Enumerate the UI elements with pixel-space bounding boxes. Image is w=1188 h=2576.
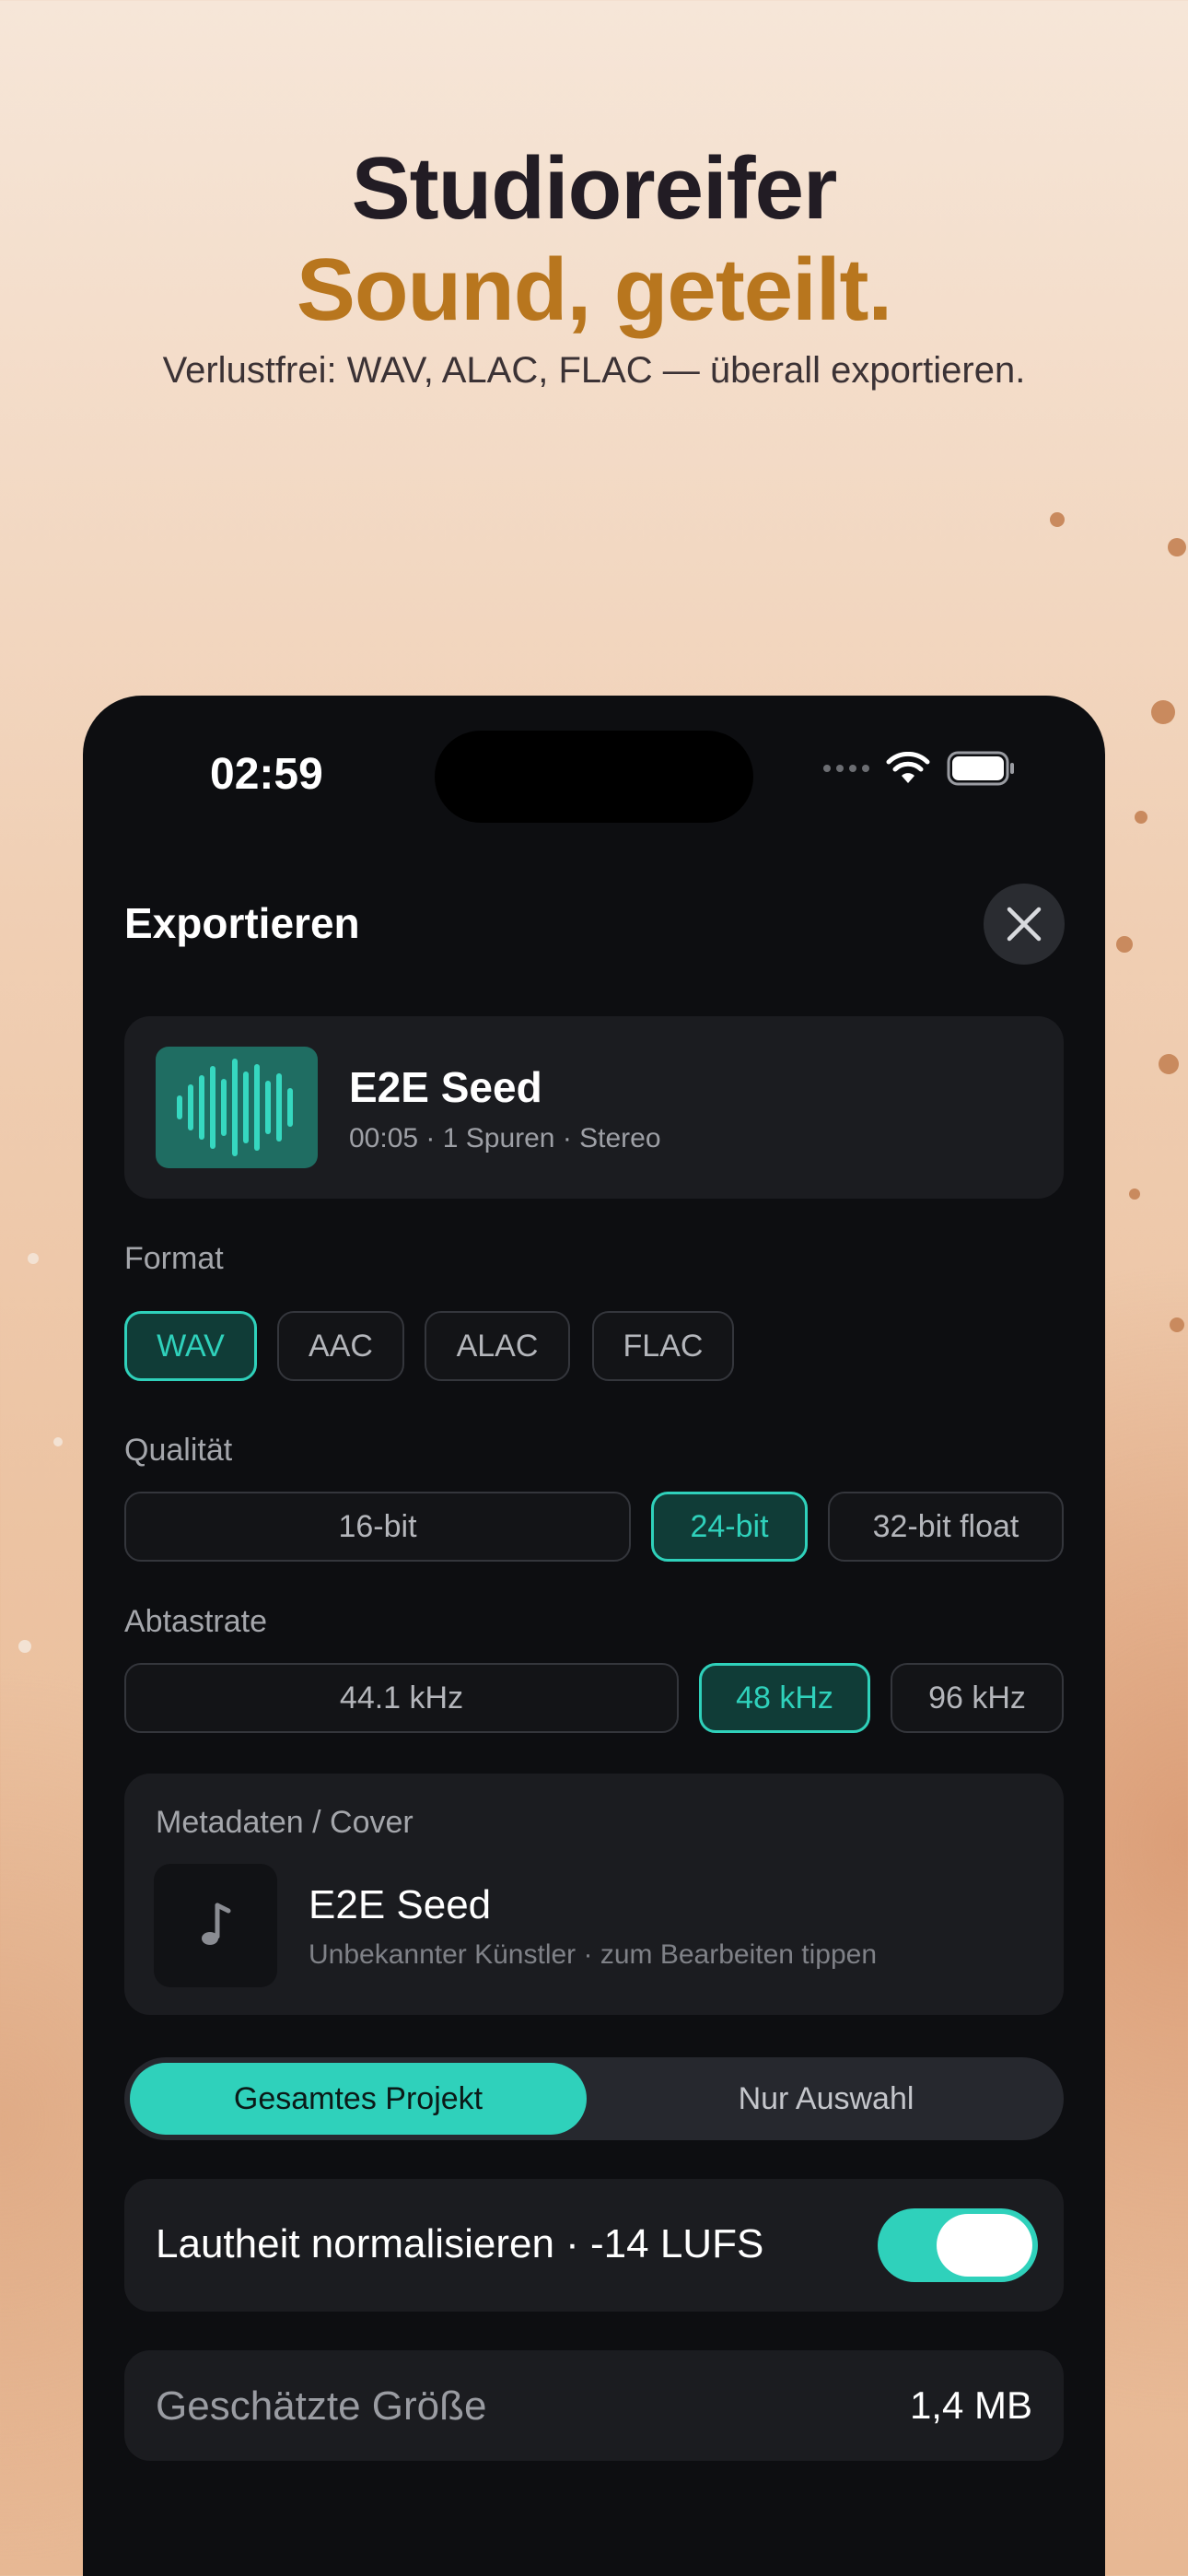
waveform-thumbnail — [156, 1047, 318, 1168]
metadata-title: E2E Seed — [309, 1882, 492, 1927]
quality-option-24bit[interactable]: 24-bit — [651, 1492, 808, 1562]
quality-label: Qualität — [124, 1433, 233, 1468]
headline-line-2: Sound, geteilt. — [296, 240, 892, 339]
battery-icon — [947, 751, 1014, 786]
sheet-title: Exportieren — [124, 899, 360, 947]
format-option-aac[interactable]: AAC — [277, 1311, 404, 1381]
headline-line-1: Studioreifer — [351, 139, 838, 238]
cover-art — [154, 1864, 277, 1987]
sample-rate-option-48k[interactable]: 48 kHz — [699, 1663, 870, 1733]
estimated-size-row: Geschätzte Größe 1,4 MB — [124, 2350, 1064, 2461]
decor-grain — [1151, 700, 1175, 724]
format-label: Format — [124, 1241, 224, 1276]
promo-subtitle: Verlustfrei: WAV, ALAC, FLAC — überall e… — [162, 350, 1026, 391]
toggle-knob — [937, 2214, 1032, 2277]
decor-grain — [1050, 512, 1065, 527]
decor-grain — [1168, 538, 1186, 556]
close-button[interactable] — [984, 884, 1065, 965]
format-option-alac[interactable]: ALAC — [425, 1311, 570, 1381]
normalize-toggle[interactable] — [878, 2208, 1038, 2282]
sample-rate-option-44k[interactable]: 44.1 kHz — [124, 1663, 679, 1733]
sample-rate-option-96k[interactable]: 96 kHz — [891, 1663, 1064, 1733]
signal-dots-icon — [823, 765, 869, 772]
export-scope-segmented-control: Gesamtes Projekt Nur Auswahl — [124, 2057, 1064, 2140]
sample-rate-label: Abtastrate — [124, 1604, 267, 1639]
project-meta: 00:05 · 1 Spuren · Stereo — [349, 1123, 661, 1153]
project-name: E2E Seed — [349, 1063, 542, 1111]
waveform-icon — [177, 1059, 293, 1156]
status-time: 02:59 — [210, 750, 323, 799]
music-note-icon — [202, 1903, 231, 1945]
estimated-size-value: 1,4 MB — [909, 2383, 1032, 2427]
close-icon — [1007, 907, 1042, 942]
dynamic-island — [435, 731, 753, 823]
decor-grain — [1116, 936, 1133, 953]
metadata-card[interactable]: Metadaten / Cover E2E Seed Unbekannter K… — [124, 1774, 1064, 2015]
decor-grain — [1135, 811, 1147, 824]
promo-headline: Studioreifer Sound, geteilt. Verlustfrei… — [0, 138, 1188, 396]
format-option-wav[interactable]: WAV — [124, 1311, 257, 1381]
project-card: E2E Seed 00:05 · 1 Spuren · Stereo — [124, 1016, 1064, 1199]
scope-option-whole-project[interactable]: Gesamtes Projekt — [130, 2063, 587, 2135]
decor-grain — [18, 1640, 31, 1653]
decor-grain — [1129, 1188, 1140, 1200]
phone-frame: 02:59 Exportieren E2E Seed 00:05 · 1 Spu… — [83, 696, 1105, 2576]
normalize-row: Lautheit normalisieren · -14 LUFS — [124, 2179, 1064, 2312]
decor-grain — [1159, 1054, 1179, 1074]
status-icons — [823, 751, 1017, 786]
normalize-label: Lautheit normalisieren · -14 LUFS — [156, 2221, 764, 2266]
scope-option-selection-only[interactable]: Nur Auswahl — [594, 2063, 1058, 2135]
metadata-label: Metadaten / Cover — [156, 1805, 413, 1840]
decor-grain — [28, 1253, 39, 1264]
format-option-flac[interactable]: FLAC — [592, 1311, 734, 1381]
wifi-icon — [886, 752, 930, 783]
quality-option-16bit[interactable]: 16-bit — [124, 1492, 631, 1562]
estimated-size-label: Geschätzte Größe — [156, 2383, 487, 2429]
decor-grain — [53, 1437, 63, 1446]
decor-grain — [1170, 1317, 1184, 1332]
quality-option-32bit-float[interactable]: 32-bit float — [828, 1492, 1064, 1562]
metadata-subtitle: Unbekannter Künstler · zum Bearbeiten ti… — [309, 1939, 878, 1970]
